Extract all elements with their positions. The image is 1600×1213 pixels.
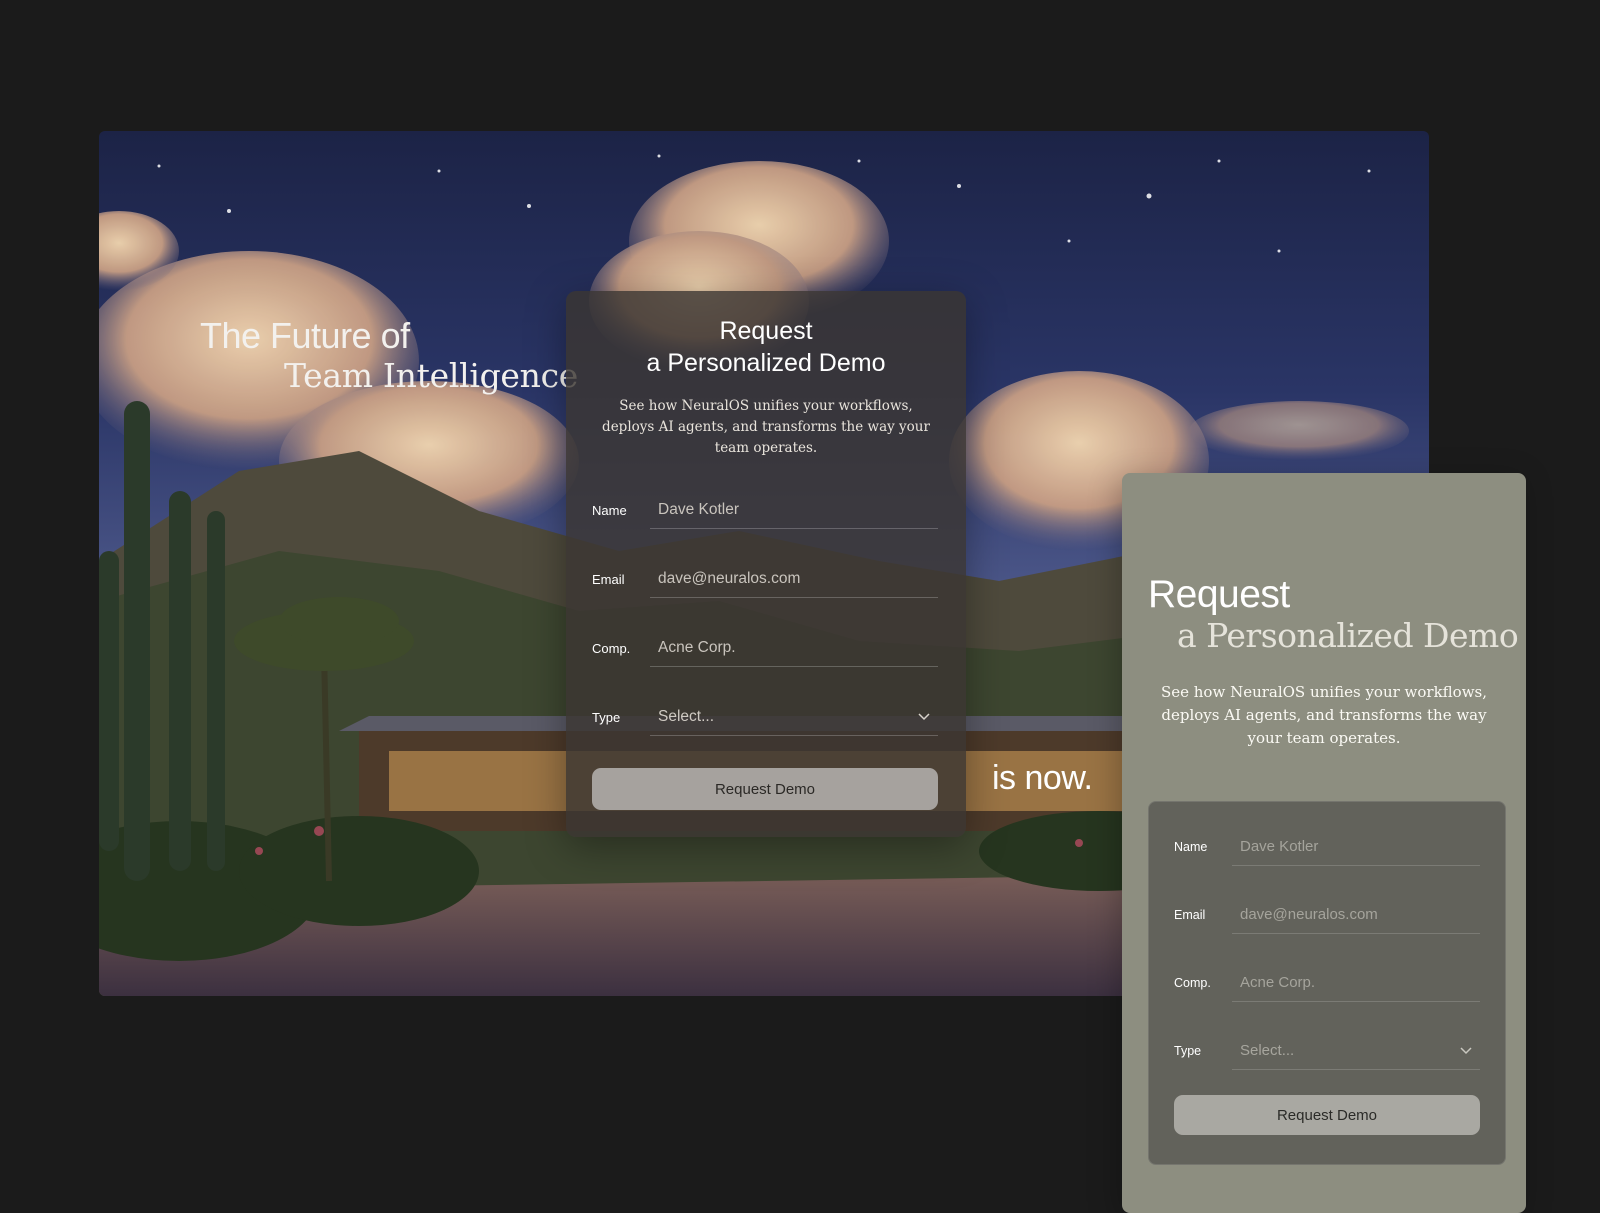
side-card-form: Name Email Comp. Type Select... Request … xyxy=(1148,801,1506,1165)
hero-tagline: is now. xyxy=(992,759,1093,797)
type-field-row: Type Select... xyxy=(592,698,938,738)
side-name-input[interactable] xyxy=(1232,828,1480,866)
chevron-down-icon[interactable] xyxy=(918,710,930,722)
name-input[interactable] xyxy=(650,491,938,529)
name-field-row: Name xyxy=(592,491,938,531)
demo-request-form: Request a Personalized Demo See how Neur… xyxy=(566,291,966,837)
form-description: See how NeuralOS unifies your workflows,… xyxy=(602,398,930,456)
side-company-label: Comp. xyxy=(1174,976,1211,990)
side-card-title-line2: a Personalized Demo xyxy=(1177,616,1519,655)
side-email-input[interactable] xyxy=(1232,896,1480,934)
side-company-field-row: Comp. xyxy=(1174,964,1480,1004)
side-company-input[interactable] xyxy=(1232,964,1480,1002)
side-request-demo-button[interactable]: Request Demo xyxy=(1174,1095,1480,1135)
name-label: Name xyxy=(592,503,627,518)
hero-headline-line2: Team Intelligence xyxy=(284,356,578,395)
side-card-description: See how NeuralOS unifies your workflows,… xyxy=(1160,683,1488,747)
company-label: Comp. xyxy=(592,641,631,656)
email-label: Email xyxy=(592,572,625,587)
side-type-select[interactable]: Select... xyxy=(1232,1032,1480,1070)
email-input[interactable] xyxy=(650,560,938,598)
form-title: Request a Personalized Demo xyxy=(566,315,966,379)
type-select-value: Select... xyxy=(658,708,714,725)
request-demo-button[interactable]: Request Demo xyxy=(592,768,938,810)
side-name-field-row: Name xyxy=(1174,828,1480,868)
type-select[interactable]: Select... xyxy=(650,698,938,736)
form-title-line2: a Personalized Demo xyxy=(646,349,886,377)
company-input[interactable] xyxy=(650,629,938,667)
side-type-label: Type xyxy=(1174,1044,1202,1058)
hero-headline-line1: The Future of xyxy=(200,315,410,356)
company-field-row: Comp. xyxy=(592,629,938,669)
side-card-title-line1: Request xyxy=(1148,573,1290,616)
side-demo-card: Request a Personalized Demo See how Neur… xyxy=(1122,473,1526,1213)
side-type-field-row: Type Select... xyxy=(1174,1032,1480,1072)
side-type-select-value: Select... xyxy=(1240,1042,1295,1059)
type-label: Type xyxy=(592,710,621,725)
side-email-label: Email xyxy=(1174,908,1206,922)
side-name-label: Name xyxy=(1174,840,1208,854)
side-email-field-row: Email xyxy=(1174,896,1480,936)
form-title-line1: Request xyxy=(719,317,813,345)
chevron-down-icon[interactable] xyxy=(1460,1044,1472,1056)
email-field-row: Email xyxy=(592,560,938,600)
